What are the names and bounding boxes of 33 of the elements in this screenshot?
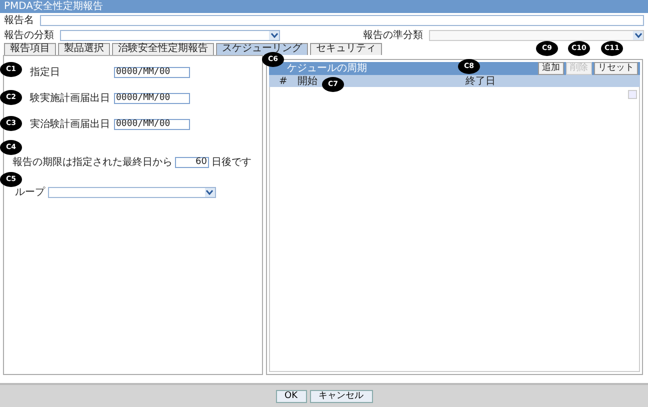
column-header: 開始 [297, 74, 318, 88]
field-label: ループ [14, 186, 46, 200]
report-name-field[interactable] [40, 15, 644, 26]
tab[interactable]: スケジューリング [216, 43, 308, 55]
field-label: 報告の分類 [4, 28, 54, 42]
column-header: # [279, 74, 288, 88]
schedule-button[interactable]: リセット [594, 62, 638, 75]
caret-icon [633, 31, 643, 40]
window-title: PMDA安全性定期報告 [0, 0, 648, 13]
schedule-title: ケジュールの周期 [287, 62, 367, 76]
caret-icon [204, 188, 214, 196]
tab[interactable]: 治験安全性定期報告 [112, 43, 214, 55]
group-select[interactable] [48, 186, 216, 198]
footer-button[interactable]: キャンセル [310, 390, 372, 402]
deadline-text: 報告の期限は指定された最終日から [12, 156, 174, 170]
date-field[interactable]: 0000/MM/00 [114, 118, 190, 130]
date-field[interactable]: 0000/MM/00 [114, 92, 190, 104]
field-label: 報告の準分類 [363, 28, 423, 43]
classification-select[interactable] [60, 30, 280, 41]
field-label: 実治験計画届出日 [30, 118, 111, 132]
tab[interactable]: 製品選択 [58, 43, 110, 55]
tab[interactable]: 報告項目 [4, 43, 56, 55]
field-label: 験実施計画届出日 [30, 92, 111, 106]
footer-button[interactable]: OK [276, 390, 306, 402]
tab[interactable]: セキュリティ [310, 43, 382, 55]
date-field[interactable]: 0000/MM/00 [114, 66, 190, 78]
days-field[interactable]: 60 [175, 156, 209, 168]
schedule-button[interactable]: 追加 [538, 62, 564, 75]
field-label: 報告名 [4, 14, 34, 28]
deadline-text: 日後です [210, 156, 252, 170]
field-label: 指定日 [30, 66, 61, 80]
column-header: 終了日 [465, 74, 496, 88]
caret-icon [269, 31, 279, 40]
